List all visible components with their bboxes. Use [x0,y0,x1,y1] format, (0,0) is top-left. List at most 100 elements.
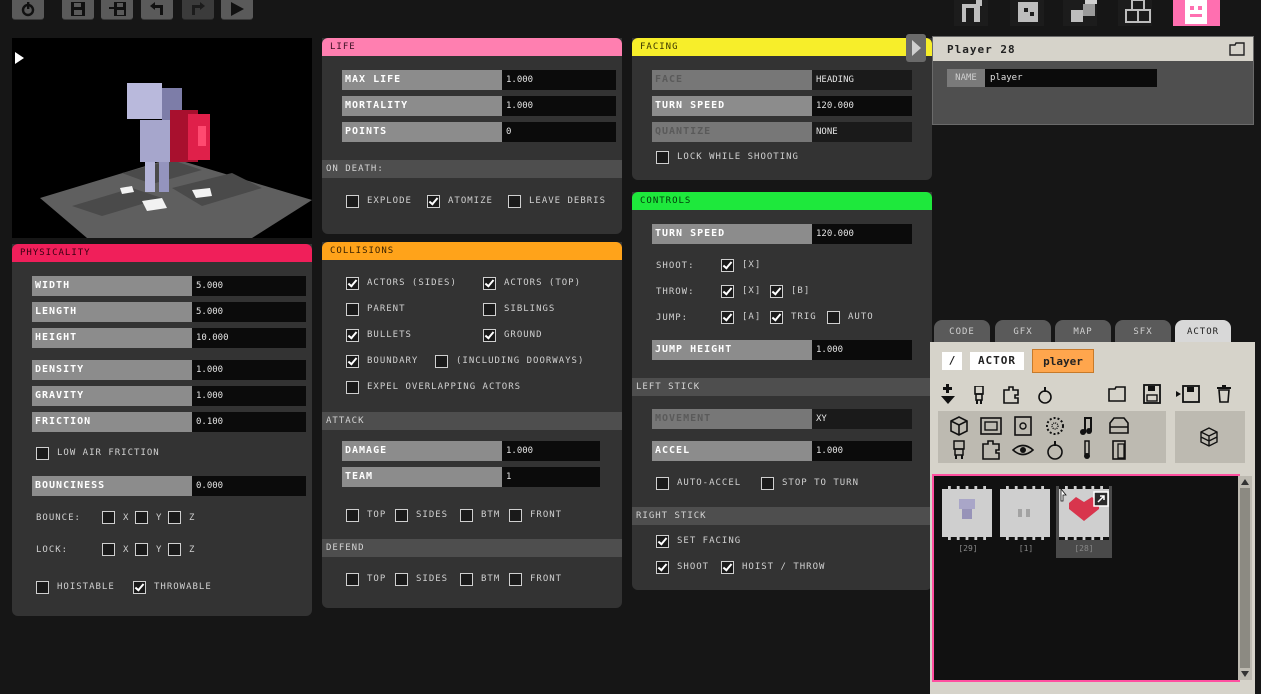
world-button[interactable] [1118,0,1152,26]
music-note-icon[interactable] [1076,415,1098,437]
attack-sides-checkbox[interactable] [395,509,408,522]
attack-top-checkbox[interactable] [346,509,359,522]
tab-map[interactable]: MAP [1055,320,1111,342]
blocks-button[interactable] [1063,0,1097,26]
field-value[interactable]: HEADING [812,70,912,90]
right-shoot-checkbox[interactable] [656,561,669,574]
field-value[interactable]: 1.000 [502,441,600,461]
field-value[interactable]: NONE [812,122,912,142]
actor-thumb[interactable]: [29] [942,486,994,558]
defend-front-checkbox[interactable] [509,573,522,586]
tab-code[interactable]: CODE [934,320,990,342]
scroll-up-icon[interactable] [1240,478,1250,486]
door-icon[interactable] [1108,439,1130,461]
field-value[interactable]: 120.000 [812,224,912,244]
open-folder-icon[interactable] [1108,386,1126,402]
apple-icon[interactable] [1036,386,1054,404]
cube-icon[interactable] [948,415,970,437]
film-icon[interactable] [980,415,1002,437]
breadcrumb-root[interactable]: / [942,352,962,370]
attack-btm-checkbox[interactable] [460,509,473,522]
field-value[interactable]: 5.000 [192,302,306,322]
thermometer-icon[interactable] [1076,439,1098,461]
room-outline-icon[interactable] [1108,415,1130,437]
attack-front-checkbox[interactable] [509,509,522,522]
bounce-z-checkbox[interactable] [168,511,181,524]
field-value[interactable]: 1.000 [192,386,306,406]
lock-x-checkbox[interactable] [102,543,115,556]
field-value[interactable]: 1.000 [502,70,616,90]
power-button[interactable] [12,0,44,20]
code-icon[interactable] [1012,415,1034,437]
open-external-icon[interactable] [1093,491,1109,507]
throw-x-checkbox[interactable] [721,285,734,298]
jump-auto-checkbox[interactable] [827,311,840,324]
save-as-button[interactable] [101,0,133,20]
explode-checkbox[interactable] [346,195,359,208]
ground-checkbox[interactable] [483,329,496,342]
field-value[interactable]: 1.000 [812,340,912,360]
puzzle-outline-icon[interactable] [980,439,1002,461]
block-button[interactable] [1010,0,1044,26]
scroll-down-icon[interactable] [1240,670,1250,678]
actor-palette-slot[interactable] [1175,411,1245,463]
defend-btm-checkbox[interactable] [460,573,473,586]
actor-grid[interactable]: [29] [1] [28] [932,474,1240,682]
save-as-library-icon[interactable] [1176,385,1200,403]
auto-accel-checkbox[interactable] [656,477,669,490]
collapse-panel-button[interactable] [906,34,926,62]
defend-top-checkbox[interactable] [346,573,359,586]
hoist-throw-checkbox[interactable] [721,561,734,574]
field-value[interactable]: 1 [502,467,600,487]
bounce-y-checkbox[interactable] [135,511,148,524]
tab-actor[interactable]: ACTOR [1175,320,1231,342]
fruit-icon[interactable] [1044,439,1066,461]
field-value[interactable]: 1.000 [812,441,912,461]
redo-button[interactable] [182,0,214,20]
actors-sides-checkbox[interactable] [346,277,359,290]
bullets-checkbox[interactable] [346,329,359,342]
parent-checkbox[interactable] [346,303,359,316]
field-value[interactable]: 120.000 [812,96,912,116]
tab-sfx[interactable]: SFX [1115,320,1171,342]
actor-small-icon[interactable] [972,386,986,404]
actor-editor-button[interactable] [1173,0,1220,26]
field-value[interactable]: 1.000 [502,96,616,116]
field-value[interactable]: 0.000 [192,476,306,496]
breadcrumb-player[interactable]: player [1032,349,1094,373]
stop-to-turn-checkbox[interactable] [761,477,774,490]
actor-thumb-selected[interactable]: [28] [1056,486,1112,558]
tab-gfx[interactable]: GFX [995,320,1051,342]
field-value[interactable]: 10.000 [192,328,306,348]
set-facing-checkbox[interactable] [656,535,669,548]
throwable-checkbox[interactable] [133,581,146,594]
particles-icon[interactable] [1044,415,1066,437]
trash-icon[interactable] [1216,385,1232,403]
room-button[interactable] [954,0,988,26]
puzzle-icon[interactable] [1002,386,1020,404]
atomize-checkbox[interactable] [427,195,440,208]
actor-outline-icon[interactable] [948,439,970,461]
including-doorways-checkbox[interactable] [435,355,448,368]
siblings-checkbox[interactable] [483,303,496,316]
shoot-x-checkbox[interactable] [721,259,734,272]
folder-icon[interactable] [1229,42,1245,56]
field-value[interactable]: 1.000 [192,360,306,380]
expel-overlapping-checkbox[interactable] [346,381,359,394]
breadcrumb-actor[interactable]: ACTOR [970,352,1024,370]
save-library-icon[interactable] [1143,384,1161,404]
hoistable-checkbox[interactable] [36,581,49,594]
play-button[interactable] [221,0,253,20]
jump-a-checkbox[interactable] [721,311,734,324]
field-value[interactable]: 5.000 [192,276,306,296]
bounce-x-checkbox[interactable] [102,511,115,524]
actor-grid-scrollbar[interactable] [1238,476,1252,680]
field-value[interactable]: XY [812,409,912,429]
scrollbar-thumb[interactable] [1240,488,1250,668]
defend-sides-checkbox[interactable] [395,573,408,586]
lock-y-checkbox[interactable] [135,543,148,556]
save-button[interactable] [62,0,94,20]
field-value[interactable]: 0.100 [192,412,306,432]
actor-thumb[interactable]: [1] [1000,486,1052,558]
add-down-icon[interactable] [940,384,956,406]
